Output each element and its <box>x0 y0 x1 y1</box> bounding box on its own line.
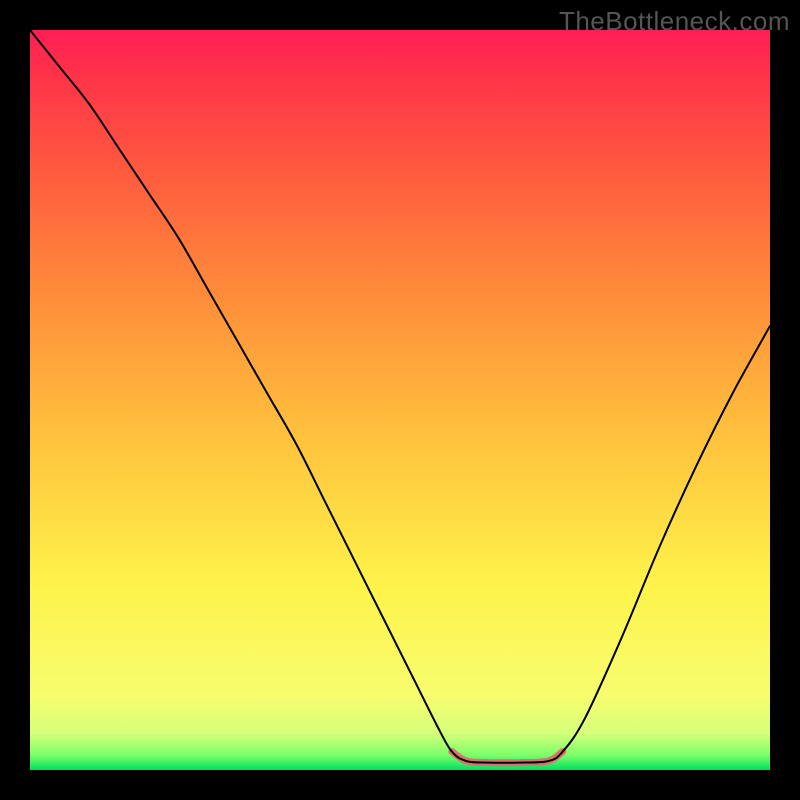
chart-frame: TheBottleneck.com <box>0 0 800 800</box>
gradient-background <box>30 30 770 770</box>
watermark-text: TheBottleneck.com <box>559 6 790 37</box>
plot-area <box>30 30 770 770</box>
chart-svg <box>30 30 770 770</box>
